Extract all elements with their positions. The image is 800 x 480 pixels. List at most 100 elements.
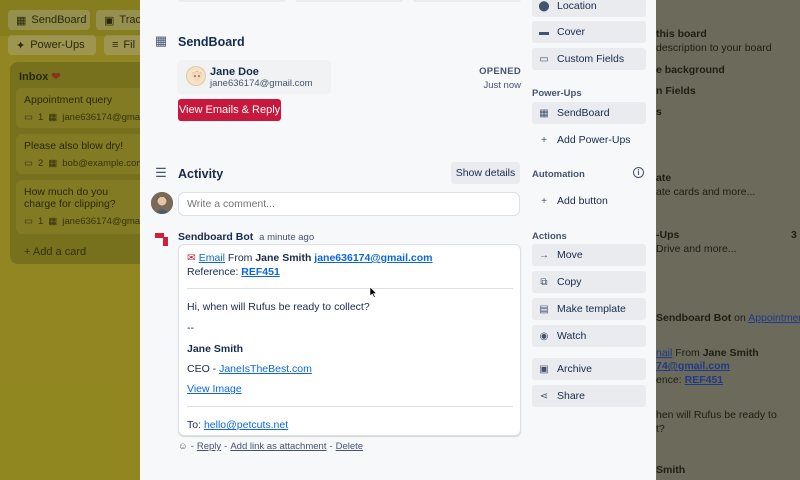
- bot-comment-header: Sendboard Bot a minute ago: [178, 231, 314, 243]
- share-label: Share: [557, 390, 586, 402]
- activity-card-link[interactable]: Appointment query: [748, 312, 800, 324]
- custom-fields-button[interactable]: ▭ Custom Fields: [532, 48, 646, 70]
- copy-label: Copy: [557, 276, 582, 288]
- menu-powerups-title[interactable]: -Ups: [656, 229, 679, 241]
- add-button-button[interactable]: + Add button: [532, 190, 646, 212]
- cover-button[interactable]: ▬ Cover: [532, 21, 646, 43]
- detail-button[interactable]: [413, 0, 521, 2]
- from-name: Jane Smith: [255, 252, 312, 264]
- envelope-icon: ✉: [187, 252, 196, 264]
- sendboard-icon: ▦: [154, 33, 168, 48]
- board-menu-panel: this board description to your board e b…: [656, 0, 800, 480]
- archive-icon: ▣: [539, 363, 549, 375]
- activity-on: on: [734, 312, 746, 324]
- copy-icon: ⧉: [540, 276, 548, 288]
- watch-button[interactable]: ◉ Watch: [532, 325, 646, 347]
- activity-body-cont: t?: [656, 423, 665, 435]
- activity-from-email[interactable]: 74@gmail.com: [656, 360, 730, 372]
- divider: [187, 288, 513, 289]
- plus-icon: +: [541, 195, 547, 207]
- menu-stickers[interactable]: s: [656, 106, 662, 118]
- fields-icon: ▭: [539, 53, 549, 65]
- from-email-link[interactable]: jane636174@gmail.com: [314, 252, 432, 264]
- menu-powerups-desc: Drive and more...: [656, 243, 737, 255]
- powerups-section-title: Power-Ups: [532, 88, 582, 99]
- email-comment: ✉ Email From Jane Smith jane636174@gmail…: [178, 244, 521, 436]
- activity-icon: ☰: [155, 165, 167, 180]
- activity-body: hen will Rufus be ready to: [656, 409, 777, 421]
- menu-about-title: this board: [656, 28, 707, 40]
- separator: -: [190, 441, 194, 452]
- comment-input[interactable]: [178, 192, 520, 216]
- email-sig-name: Jane Smith: [187, 343, 244, 355]
- status-badge: OPENED: [479, 66, 521, 77]
- make-template-button[interactable]: ▤ Make template: [532, 298, 646, 320]
- mouse-cursor-icon: [370, 287, 378, 298]
- detail-button[interactable]: [178, 0, 286, 2]
- plus-icon: +: [541, 134, 547, 146]
- copy-button[interactable]: ⧉ Copy: [532, 271, 646, 293]
- move-button[interactable]: → Move: [532, 244, 646, 266]
- location-label: Location: [557, 0, 597, 12]
- sendboard-powerup-button[interactable]: ▦ SendBoard: [532, 102, 646, 124]
- add-powerups-button[interactable]: + Add Power-Ups: [532, 129, 646, 151]
- arrow-right-icon: →: [539, 249, 549, 261]
- archive-button[interactable]: ▣ Archive: [532, 358, 646, 380]
- view-emails-reply-button[interactable]: View Emails & Reply: [178, 99, 281, 121]
- activity-ref-link[interactable]: REF451: [685, 374, 724, 386]
- email-sig-separator: --: [187, 322, 194, 334]
- comment-actions: ☺ - Reply - Add link as attachment - Del…: [178, 441, 363, 452]
- automation-section-title: Automation: [532, 169, 585, 180]
- card-modal: ▦ SendBoard Jane Doe jane636174@gmail.co…: [140, 0, 656, 480]
- menu-background[interactable]: e background: [656, 64, 725, 76]
- from-text: From: [227, 252, 253, 264]
- ref-label: Reference:: [187, 266, 239, 278]
- add-link-attachment-link[interactable]: Add link as attachment: [230, 441, 326, 452]
- separator: -: [224, 441, 228, 452]
- cover-label: Cover: [557, 26, 586, 38]
- menu-custom-fields[interactable]: n Fields: [656, 85, 696, 97]
- to-label: To:: [187, 419, 202, 431]
- share-icon: ⋖: [539, 390, 549, 402]
- divider: [187, 406, 513, 407]
- email-sig-site-link[interactable]: JaneIsTheBest.com: [219, 363, 312, 375]
- eye-icon: ◉: [539, 330, 549, 342]
- view-image-link[interactable]: View Image: [187, 383, 242, 395]
- menu-about-desc: description to your board: [656, 42, 772, 54]
- add-powerups-label: Add Power-Ups: [557, 134, 631, 146]
- reply-link[interactable]: Reply: [197, 441, 221, 452]
- bot-time: a minute ago: [259, 232, 315, 243]
- activity-ref-label: ence:: [656, 374, 682, 386]
- menu-automation-title[interactable]: ate: [656, 172, 671, 184]
- cover-icon: ▬: [539, 26, 549, 38]
- location-button[interactable]: ⬤ Location: [532, 0, 646, 17]
- info-icon[interactable]: i: [633, 167, 644, 178]
- to-email-link[interactable]: hello@petcuts.net: [204, 419, 288, 431]
- activity-from-name: Jane Smith: [702, 347, 759, 359]
- add-button-label: Add button: [557, 195, 608, 207]
- activity-author: Sendboard Bot: [656, 312, 732, 324]
- menu-powerups-count: 3: [791, 229, 797, 241]
- delete-link[interactable]: Delete: [336, 441, 363, 452]
- sendboard-section-title: SendBoard: [178, 35, 245, 49]
- share-button[interactable]: ⋖ Share: [532, 385, 646, 407]
- activity-email-link[interactable]: nail: [656, 347, 672, 359]
- emoji-icon[interactable]: ☺: [178, 441, 188, 452]
- sendboard-bot-logo: [155, 233, 168, 246]
- actions-section-title: Actions: [532, 231, 567, 242]
- move-label: Move: [557, 249, 583, 261]
- show-details-button[interactable]: Show details: [451, 162, 520, 184]
- custom-fields-label: Custom Fields: [557, 53, 625, 65]
- email-link[interactable]: Email: [199, 252, 225, 264]
- avatar: [186, 66, 206, 86]
- template-icon: ▤: [539, 303, 549, 315]
- ref-link[interactable]: REF451: [241, 266, 280, 278]
- email-sig-title: CEO -: [187, 363, 217, 375]
- detail-button[interactable]: [295, 0, 403, 2]
- activity-title: Activity: [178, 167, 224, 181]
- avatar: [151, 192, 173, 214]
- contact-email: jane636174@gmail.com: [210, 78, 313, 89]
- contact-name: Jane Doe: [210, 66, 259, 78]
- bot-name: Sendboard Bot: [178, 231, 254, 243]
- menu-automation-desc: ate cards and more...: [656, 186, 756, 198]
